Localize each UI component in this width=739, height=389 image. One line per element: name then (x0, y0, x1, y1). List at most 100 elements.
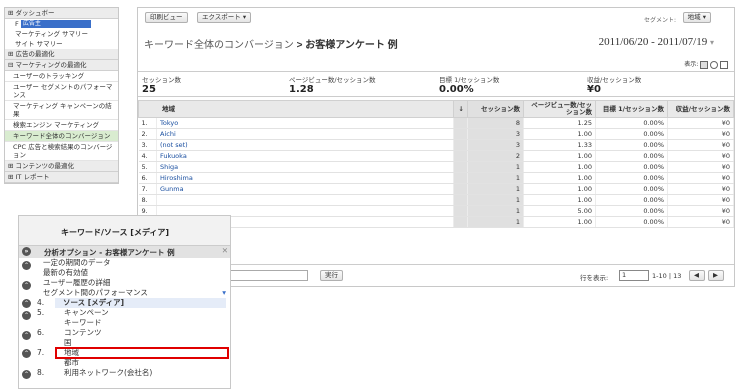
option-source-medium[interactable]: ⌃ 4. ソース [メディア] (19, 298, 230, 308)
summary-sessions: セッション数 25 (142, 76, 181, 95)
sidebar-item-campaign-results[interactable]: マーケティング キャンペーンの結果 (5, 101, 118, 120)
advertiser-select[interactable]: 広告主 (20, 20, 91, 28)
sessions-cell: 1 (467, 205, 524, 217)
prev-page-button[interactable]: ◀ (689, 270, 705, 281)
pageviews-cell: 1.00 (523, 161, 596, 173)
option-content[interactable]: ⌃ 6. コンテンツ (19, 328, 230, 340)
row-number: 6. (138, 172, 157, 184)
sidebar-ad-optimization[interactable]: ⊞ 広告の最適化 (5, 49, 118, 60)
chevron-down-icon[interactable]: ▾ (222, 288, 226, 298)
region-name[interactable]: Tokyo (156, 117, 454, 129)
region-name[interactable]: Gunma (156, 183, 454, 195)
table-row[interactable]: 4. Fukuoka 2 1.00 0.00% ¥0 (138, 150, 734, 162)
sort-spacer (453, 216, 468, 228)
row-number: 1. (138, 117, 157, 129)
goal1-cell: 0.00% (595, 161, 668, 173)
option-region[interactable]: ⌃ 7. 地域 (19, 347, 230, 359)
option-campaign[interactable]: ⌃ 5. キャンペーン (19, 308, 230, 320)
sessions-cell: 1 (467, 216, 524, 228)
segment-select[interactable]: 地域 ▾ (682, 12, 711, 23)
sidebar-item-search-marketing[interactable]: 検索エンジン マーケティング (5, 120, 118, 131)
pie-view-icon[interactable] (710, 60, 719, 69)
sidebar-marketing-optimization[interactable]: ⊟ マーケティングの最適化 (5, 60, 118, 71)
pageviews-cell: 1.33 (523, 139, 596, 151)
run-button[interactable]: 実行 (320, 270, 343, 281)
sidebar-item-marketing-summary[interactable]: マーケティング サマリー (5, 29, 118, 39)
pageviews-cell: 1.00 (523, 216, 596, 228)
print-view-button[interactable]: 印刷ビュー (145, 12, 188, 23)
sort-spacer (453, 172, 468, 184)
up-icon[interactable]: ⌃ (22, 349, 31, 358)
sidebar-content-optimization[interactable]: ⊞ コンテンツの最適化 (5, 161, 118, 172)
sort-spacer (453, 194, 468, 206)
row-number: 8. (138, 194, 157, 206)
row-number: 3. (138, 139, 157, 151)
option-keyword[interactable]: キーワード (19, 318, 230, 328)
filter-input[interactable] (228, 270, 308, 281)
revenue-cell: ¥0 (667, 172, 734, 184)
sort-arrow-icon[interactable]: ↓ (453, 100, 468, 118)
table-row[interactable]: 5. Shiga 1 1.00 0.00% ¥0 (138, 161, 734, 173)
goal1-cell: 0.00% (595, 117, 668, 129)
export-button[interactable]: エクスポート ▾ (197, 12, 252, 23)
option-segment-performance[interactable]: セグメント間のパフォーマンス ▾ (19, 288, 230, 298)
sidebar-dashboard[interactable]: ⊞ ダッシュボー (5, 8, 118, 19)
revenue-cell: ¥0 (667, 216, 734, 228)
row-number: 7. (138, 183, 157, 195)
rows-input[interactable]: 1 (619, 270, 649, 281)
sidebar-item-site-summary[interactable]: サイト サマリー (5, 39, 118, 49)
table-view-icon[interactable] (700, 60, 709, 69)
region-name[interactable]: (not set) (156, 139, 454, 151)
goal1-cell: 0.00% (595, 172, 668, 184)
region-name[interactable]: Hiroshima (156, 172, 454, 184)
col-revenue[interactable]: 収益/セッション数 (667, 100, 734, 118)
revenue-cell: ¥0 (667, 128, 734, 140)
chevron-down-icon[interactable]: ▾ (710, 38, 714, 47)
table-row[interactable]: 2. Aichi 3 1.00 0.00% ¥0 (138, 128, 734, 140)
region-name[interactable] (156, 194, 454, 206)
sidebar-item-user-tracking[interactable]: ユーザーのトラッキング (5, 71, 118, 82)
up-icon[interactable]: ⌃ (22, 299, 31, 308)
option-city[interactable]: 都市 (19, 358, 230, 368)
close-icon[interactable]: ✕ (222, 246, 228, 255)
pageviews-cell: 1.00 (523, 183, 596, 195)
next-page-button[interactable]: ▶ (708, 270, 724, 281)
revenue-cell: ¥0 (667, 194, 734, 206)
up-icon[interactable]: ⌃ (22, 370, 31, 379)
date-range[interactable]: 2011/06/20 - 2011/07/19 ▾ (599, 36, 714, 48)
sessions-cell: 3 (467, 128, 524, 140)
table-row[interactable]: 1. Tokyo 8 1.25 0.00% ¥0 (138, 117, 734, 129)
goal1-cell: 0.00% (595, 205, 668, 217)
region-name[interactable]: Fukuoka (156, 150, 454, 162)
col-region[interactable]: 地域 (138, 100, 454, 118)
revenue-cell: ¥0 (667, 117, 734, 129)
option-latest[interactable]: 最新の有効値 (19, 268, 230, 278)
table-row[interactable]: 8. 1 1.00 0.00% ¥0 (138, 194, 734, 206)
sidebar-item-segment-performance[interactable]: ユーザー セグメントのパフォーマンス (5, 82, 118, 101)
goal1-cell: 0.00% (595, 128, 668, 140)
sidebar-it-report[interactable]: ⊞ IT レポート (5, 172, 118, 183)
option-network[interactable]: ⌃ 8. 利用ネットワーク(会社名) (19, 368, 230, 379)
sessions-cell: 1 (467, 183, 524, 195)
sidebar-item-cpc-comparison[interactable]: CPC 広告と検索結果のコンバージョン (5, 142, 118, 161)
option-user-history[interactable]: ⌃ ユーザー履歴の詳細 (19, 278, 230, 290)
col-pageviews[interactable]: ページビュー数/セッション数 (523, 100, 596, 118)
sidebar-item-keyword-conversion[interactable]: キーワード全体のコンバージョン (5, 131, 118, 142)
region-name[interactable]: Aichi (156, 128, 454, 140)
col-goal1[interactable]: 目標 1/セッション数 (595, 100, 668, 118)
expand-icon[interactable]: » (22, 247, 31, 256)
col-sessions[interactable]: セッション数 (467, 100, 524, 118)
sessions-cell: 1 (467, 194, 524, 206)
sidebar: ⊞ ダッシュボー F 広告主 マーケティング サマリー サイト サマリー ⊞ 広… (4, 7, 119, 184)
goal1-cell: 0.00% (595, 194, 668, 206)
revenue-cell: ¥0 (667, 183, 734, 195)
table-row[interactable]: 3. (not set) 3 1.33 0.00% ¥0 (138, 139, 734, 151)
display-options: 表示: (684, 59, 728, 69)
list-view-icon[interactable] (720, 60, 728, 69)
sort-spacer (453, 183, 468, 195)
option-time-data[interactable]: ⌃ 一定の期間のデータ (19, 258, 230, 270)
table-row[interactable]: 7. Gunma 1 1.00 0.00% ¥0 (138, 183, 734, 195)
table-header-row: 地域 ↓ セッション数 ページビュー数/セッション数 目標 1/セッション数 収… (138, 100, 734, 118)
region-name[interactable]: Shiga (156, 161, 454, 173)
table-row[interactable]: 6. Hiroshima 1 1.00 0.00% ¥0 (138, 172, 734, 184)
